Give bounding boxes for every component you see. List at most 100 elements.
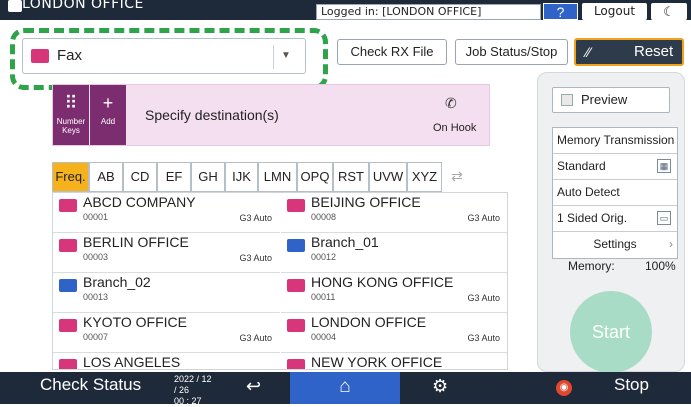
destination-name: BEIJING OFFICE xyxy=(311,194,421,210)
list-item[interactable]: BERLIN OFFICE 00003 G3 Auto xyxy=(53,233,280,273)
home-button[interactable]: ⌂ xyxy=(290,372,400,404)
energy-saver-moon-icon[interactable]: ☾ xyxy=(651,3,687,20)
add-destination-button[interactable]: + Add xyxy=(90,85,126,145)
document-icon: ▭ xyxy=(657,211,671,225)
divider xyxy=(273,45,274,69)
specify-destination-label[interactable]: Specify destination(s) xyxy=(145,107,279,123)
destination-mode: G3 Auto xyxy=(239,333,272,343)
check-status-button[interactable]: Check Status xyxy=(40,375,141,395)
reset-icon: ⁄⁄ xyxy=(586,44,591,60)
list-item[interactable]: ABCD COMPANY 00001 G3 Auto xyxy=(53,193,280,233)
function-select-dropdown[interactable]: Fax ▼ xyxy=(22,38,306,74)
add-label: Add xyxy=(100,117,116,126)
help-button[interactable]: ? xyxy=(543,3,578,20)
fax-icon xyxy=(287,359,305,369)
list-item[interactable]: Branch_01 00012 xyxy=(281,233,507,273)
memory-label: Memory: xyxy=(568,259,615,273)
plus-icon: + xyxy=(102,93,114,113)
list-item[interactable]: HONG KONG OFFICE 00011 G3 Auto xyxy=(281,273,507,313)
fax-icon xyxy=(287,319,305,332)
fax-icon xyxy=(59,359,77,369)
reset-button[interactable]: ⁄⁄ Reset xyxy=(574,38,684,66)
tab-freq[interactable]: Freq. xyxy=(52,162,89,192)
date-time-display: 2022 / 12 / 26 00 : 27 xyxy=(174,374,214,407)
gear-icon[interactable]: ⚙ xyxy=(432,376,448,397)
tab-opq[interactable]: OPQ xyxy=(297,162,333,192)
tab-gh[interactable]: GH xyxy=(191,162,225,192)
destination-name: LONDON OFFICE xyxy=(311,314,427,330)
original-sides-label: 1 Sided Orig. xyxy=(557,211,628,225)
tab-ijk[interactable]: IJK xyxy=(225,162,258,192)
fax-icon xyxy=(287,199,305,212)
memory-value: 100% xyxy=(645,259,676,273)
destination-name: LOS ANGELES xyxy=(83,354,181,370)
chevron-down-icon[interactable]: ▼ xyxy=(281,50,291,61)
destination-header: ⠿ Number Keys + Add Specify destination(… xyxy=(52,84,490,146)
list-item[interactable]: KYOTO OFFICE 00007 G3 Auto xyxy=(53,313,280,353)
fax-icon xyxy=(31,49,49,63)
check-rx-file-button[interactable]: Check RX File xyxy=(337,39,447,65)
back-icon[interactable]: ↩ xyxy=(246,376,261,397)
list-item[interactable]: NEW YORK OFFICE xyxy=(281,353,507,370)
reset-label: Reset xyxy=(634,43,674,60)
list-item[interactable]: BEIJING OFFICE 00008 G3 Auto xyxy=(281,193,507,233)
list-item[interactable]: Branch_02 00013 xyxy=(53,273,280,313)
on-hook-button[interactable]: On Hook xyxy=(433,122,476,134)
stop-button[interactable]: Stop xyxy=(614,375,649,395)
bottom-bar: Check Status 2022 / 12 / 26 00 : 27 ↩ ⌂ … xyxy=(0,372,691,407)
number-keys-label: Number Keys xyxy=(56,117,86,135)
job-status-stop-button[interactable]: Job Status/Stop xyxy=(455,39,568,65)
fax-icon xyxy=(59,319,77,332)
settings-button[interactable]: Settings › xyxy=(553,232,677,258)
destination-name: ABCD COMPANY xyxy=(83,194,196,210)
tab-ab[interactable]: AB xyxy=(89,162,123,192)
destination-mode: G3 Auto xyxy=(467,293,500,303)
preview-toggle[interactable]: Preview xyxy=(552,87,670,113)
resolution-option[interactable]: Standard ▦ xyxy=(553,154,677,180)
chevron-right-icon: › xyxy=(669,237,673,251)
resolution-label: Standard xyxy=(557,159,606,173)
preview-checkbox[interactable] xyxy=(561,94,573,106)
tab-ef[interactable]: EF xyxy=(157,162,191,192)
logged-in-status: Logged in: [LONDON OFFICE] xyxy=(316,4,541,20)
tab-cd[interactable]: CD xyxy=(123,162,157,192)
destination-number: 00012 xyxy=(311,252,337,262)
fax-icon xyxy=(59,239,77,252)
destination-list: ABCD COMPANY 00001 G3 Auto BEIJING OFFIC… xyxy=(52,192,508,370)
tab-xyz[interactable]: XYZ xyxy=(407,162,442,192)
logout-button[interactable]: Logout xyxy=(582,3,647,20)
transmission-settings: Memory Transmission Standard ▦ Auto Dete… xyxy=(552,127,678,259)
date-text: 2022 / 12 / 26 xyxy=(174,374,212,395)
keypad-icon: ⠿ xyxy=(64,93,78,113)
number-keys-button[interactable]: ⠿ Number Keys xyxy=(53,85,89,145)
settings-panel: Preview Memory Transmission Standard ▦ A… xyxy=(537,72,685,373)
destination-name: KYOTO OFFICE xyxy=(83,314,187,330)
resolution-icon: ▦ xyxy=(657,159,671,173)
original-sides-option[interactable]: 1 Sided Orig. ▭ xyxy=(553,206,677,232)
phone-icon[interactable]: ✆ xyxy=(445,95,457,112)
memory-transmission-option[interactable]: Memory Transmission xyxy=(553,128,677,154)
destination-name: Branch_02 xyxy=(83,274,151,290)
fax-icon xyxy=(287,279,305,292)
destination-number: 00013 xyxy=(83,292,109,302)
fax-icon xyxy=(59,199,77,212)
density-option[interactable]: Auto Detect xyxy=(553,180,677,206)
destination-number: 00007 xyxy=(83,332,109,342)
destination-name: BERLIN OFFICE xyxy=(83,234,189,250)
list-item[interactable]: LOS ANGELES xyxy=(53,353,280,370)
destination-number: 00004 xyxy=(311,332,337,342)
tab-uvw[interactable]: UVW xyxy=(369,162,407,192)
function-select-label: Fax xyxy=(57,47,83,64)
office-label: LONDON OFFICE xyxy=(22,0,144,12)
destination-mode: G3 Auto xyxy=(239,213,272,223)
start-button[interactable]: Start xyxy=(570,291,652,373)
list-item[interactable]: LONDON OFFICE 00004 G3 Auto xyxy=(281,313,507,353)
group-fax-icon xyxy=(287,239,305,252)
tab-rst[interactable]: RST xyxy=(333,162,369,192)
destination-name: NEW YORK OFFICE xyxy=(311,354,443,370)
swap-icon[interactable]: ⇄ xyxy=(442,162,472,192)
stop-icon[interactable]: ◉ xyxy=(556,380,572,396)
tab-lmn[interactable]: LMN xyxy=(258,162,297,192)
home-icon: ⌂ xyxy=(339,376,351,397)
time-text: 00 : 27 xyxy=(174,396,202,406)
